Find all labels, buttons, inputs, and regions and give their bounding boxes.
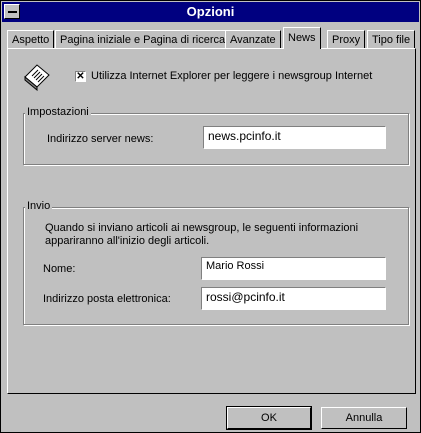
use-ie-label: Utilizza Internet Explorer per leggere i… <box>91 70 373 82</box>
options-dialog: Opzioni Aspetto Pagina iniziale e Pagina… <box>0 0 421 433</box>
ok-button[interactable]: OK <box>226 406 312 430</box>
send-group-title: Invio <box>25 200 53 212</box>
name-input[interactable]: Mario Rossi <box>201 257 386 280</box>
cancel-button[interactable]: Annulla <box>321 407 407 429</box>
tab-pagina-iniziale[interactable]: Pagina iniziale e Pagina di ricerca <box>55 30 231 48</box>
email-input[interactable]: rossi@pcinfo.it <box>201 287 386 310</box>
email-label: Indirizzo posta elettronica: <box>43 293 171 305</box>
name-label: Nome: <box>43 263 76 275</box>
window-title: Opzioni <box>186 4 235 19</box>
news-server-input[interactable]: news.pcinfo.it <box>203 126 386 149</box>
tab-aspetto[interactable]: Aspetto <box>7 30 55 48</box>
tab-news[interactable]: News <box>283 27 321 49</box>
settings-group-title: Impostazioni <box>25 106 91 118</box>
title-bar: Opzioni <box>2 2 419 22</box>
use-ie-checkbox[interactable]: ✕ <box>75 71 86 82</box>
server-label: Indirizzo server news: <box>47 133 154 145</box>
tab-avanzate[interactable]: Avanzate <box>225 30 281 48</box>
tab-strip: Aspetto Pagina iniziale e Pagina di rice… <box>7 27 417 49</box>
send-description-line1: Quando si inviano articoli ai newsgroup,… <box>45 222 359 234</box>
tab-proxy[interactable]: Proxy <box>327 30 366 48</box>
newspaper-icon <box>24 64 50 91</box>
send-description-line2: appariranno all'inizio degli articoli. <box>45 235 210 247</box>
tab-tipo-file[interactable]: Tipo file <box>367 30 416 48</box>
